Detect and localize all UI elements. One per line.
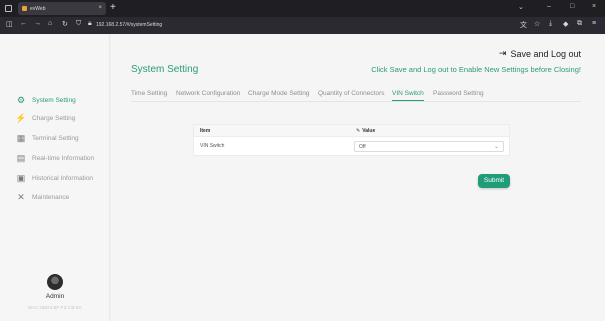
mac-address: MAC:0BD4:8F:F3:CB:5A xyxy=(28,305,82,310)
vin-switch-value: Off xyxy=(359,144,366,150)
back-icon[interactable]: ← xyxy=(20,20,27,27)
table-header: Item ✎ Value xyxy=(194,125,509,137)
maximize-icon[interactable]: □ xyxy=(570,3,574,10)
sidebar-item-system-setting[interactable]: ⚙ System Setting xyxy=(16,94,76,106)
reload-icon[interactable]: ↻ xyxy=(62,20,68,28)
column-header-value: ✎ Value xyxy=(356,128,375,134)
history-icon: ▣ xyxy=(16,172,26,183)
save-and-logout-button[interactable]: ⇥ Save and Log out xyxy=(499,48,581,59)
new-tab-button[interactable]: + xyxy=(110,2,116,13)
bookmark-icon[interactable]: ☆ xyxy=(534,20,540,28)
home-icon[interactable]: ⌂ xyxy=(48,20,52,27)
plug-icon: ⚡ xyxy=(15,112,27,123)
sidebar-item-maintenance[interactable]: ✕ Maintenance xyxy=(16,191,69,203)
tab-password-setting[interactable]: Password Setting xyxy=(433,90,484,97)
sidebar-item-charge-setting[interactable]: ⚡ Charge Setting xyxy=(15,112,76,124)
chart-icon: ▤ xyxy=(16,152,26,163)
browser-tab[interactable]: evWeb × xyxy=(18,2,106,15)
sidebar-item-label: Real-time Information xyxy=(32,154,95,162)
address-bar[interactable]: 192.168.2.57/#/systemSetting xyxy=(96,22,162,28)
terminal-icon: ▦ xyxy=(16,132,26,143)
sidebar-item-realtime-information[interactable]: ▤ Real-time Information xyxy=(16,152,94,164)
translate-icon[interactable]: 文 xyxy=(520,20,527,30)
lock-icon: 🔒︎ xyxy=(88,20,92,27)
main-content: ⇥ Save and Log out System Setting Click … xyxy=(111,34,605,321)
favicon-icon xyxy=(22,6,27,11)
minimize-icon[interactable]: – xyxy=(547,3,551,10)
row-item-label: VIN Switch xyxy=(200,143,225,149)
sidebar-item-historical-information[interactable]: ▣ Historical Information xyxy=(16,172,93,184)
logout-icon: ⇥ xyxy=(498,48,507,58)
extension-icon[interactable]: ◆ xyxy=(563,20,568,28)
download-icon[interactable]: ⤓ xyxy=(549,20,552,28)
save-and-logout-label: Save and Log out xyxy=(510,48,581,59)
avatar[interactable] xyxy=(47,274,63,290)
sidebar-item-label: Historical Information xyxy=(32,174,94,182)
sidebar-item-terminal-setting[interactable]: ▦ Terminal Setting xyxy=(16,132,79,144)
sidebar-item-label: Charge Setting xyxy=(32,114,76,122)
column-header-value-label: Value xyxy=(362,128,376,134)
shield-icon[interactable]: ⛉ xyxy=(76,20,81,28)
tab-list-icon[interactable]: ⌄ xyxy=(518,3,524,11)
browser-nav-bar: ◫ ← → ⌂ ↻ ⛉ 🔒︎ 192.168.2.57/#/systemSett… xyxy=(0,17,605,34)
puzzle-icon[interactable]: ⧉ xyxy=(577,20,582,28)
browser-tab-bar: evWeb × + ⌄ – □ × xyxy=(0,0,605,17)
column-header-item: Item xyxy=(200,128,211,134)
tools-icon: ✕ xyxy=(17,191,25,202)
close-window-icon[interactable]: × xyxy=(592,3,596,10)
sidebar: ⚙ System Setting ⚡ Charge Setting ▦ Term… xyxy=(0,34,110,321)
page-title: System Setting xyxy=(131,64,199,75)
app: ⚙ System Setting ⚡ Charge Setting ▦ Term… xyxy=(0,34,605,321)
tab-network-configuration[interactable]: Network Configuration xyxy=(176,90,240,97)
tab-time-setting[interactable]: Time Setting xyxy=(131,90,167,97)
save-hint: Click Save and Log out to Enable New Set… xyxy=(371,65,581,74)
tab-vin-switch[interactable]: VIN Switch xyxy=(392,90,424,101)
forward-icon[interactable]: → xyxy=(34,20,41,27)
tab-quantity-of-connectors[interactable]: Quantity of Connectors xyxy=(318,90,384,97)
sidebar-item-label: Terminal Setting xyxy=(32,134,79,142)
sidebar-item-label: Maintenance xyxy=(32,193,70,201)
tab-title: evWeb xyxy=(30,5,46,12)
chevron-down-icon: ⌄ xyxy=(493,144,499,150)
submit-button[interactable]: Submit xyxy=(478,174,510,188)
tab-charge-mode-setting[interactable]: Charge Mode Setting xyxy=(248,90,309,97)
sidebar-toggle-icon[interactable]: ◫ xyxy=(6,20,13,28)
close-tab-icon[interactable]: × xyxy=(98,5,102,11)
vin-switch-select[interactable]: Off ⌄ xyxy=(354,141,504,152)
settings-tabs: Time Setting Network Configuration Charg… xyxy=(131,86,581,102)
table-row: VIN Switch Off ⌄ xyxy=(194,137,509,155)
tab-overview-icon[interactable] xyxy=(5,5,12,12)
menu-icon[interactable]: ≡ xyxy=(592,20,596,27)
settings-table: Item ✎ Value VIN Switch Off ⌄ xyxy=(193,124,510,156)
sidebar-item-label: System Setting xyxy=(32,96,76,104)
edit-icon: ✎ xyxy=(356,128,361,134)
user-name: Admin xyxy=(45,293,65,300)
gear-icon: ⚙ xyxy=(16,94,26,105)
